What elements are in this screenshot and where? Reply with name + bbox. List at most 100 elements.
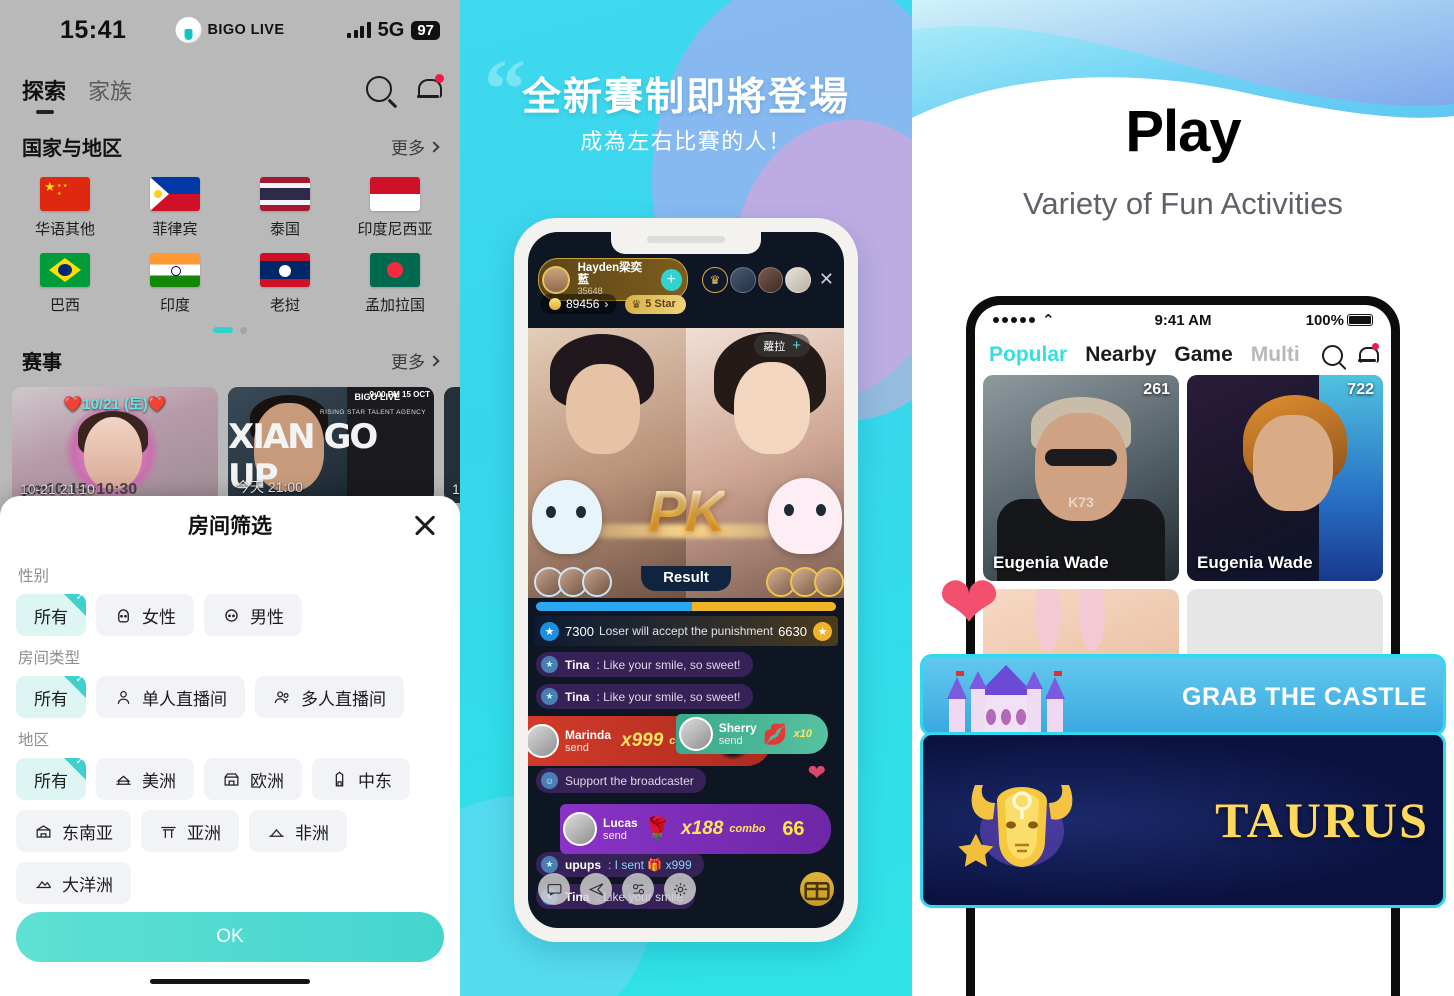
country-item[interactable]: 巴西 bbox=[10, 253, 120, 315]
search-icon[interactable] bbox=[366, 76, 392, 102]
chip-roomtype-all[interactable]: 所有 bbox=[16, 676, 86, 718]
close-icon[interactable] bbox=[412, 512, 438, 538]
right-host-tag[interactable]: 蘿拉 + bbox=[754, 334, 810, 357]
heart-icon: ❤ bbox=[938, 561, 1001, 644]
tab-game[interactable]: Game bbox=[1174, 343, 1232, 367]
crown-icon[interactable]: ♛ bbox=[702, 266, 728, 293]
chip-label: 所有 bbox=[34, 771, 68, 791]
carousel-dots[interactable] bbox=[0, 327, 460, 334]
score-left: 7300 bbox=[565, 623, 594, 639]
chip-region-americas[interactable]: 美洲 bbox=[96, 758, 194, 800]
country-item[interactable]: 泰国 bbox=[230, 177, 340, 239]
tab-popular[interactable]: Popular bbox=[989, 343, 1067, 367]
live-toolbar bbox=[538, 872, 834, 906]
bell-icon[interactable] bbox=[1357, 342, 1379, 366]
stream-card[interactable]: 261 Eugenia Wade K73 bbox=[983, 375, 1179, 581]
chat-message: ★ Tina: Like your smile, so sweet! bbox=[536, 652, 753, 677]
ok-button[interactable]: OK bbox=[16, 912, 444, 962]
more-events-button[interactable]: 更多 bbox=[391, 348, 440, 373]
settings-icon[interactable] bbox=[664, 873, 696, 905]
flag-cn-icon bbox=[40, 177, 90, 211]
chip-region-southeast-asia[interactable]: 东南亚 bbox=[16, 810, 131, 852]
avatar bbox=[678, 717, 713, 751]
follow-button[interactable]: + bbox=[660, 268, 683, 291]
viewer-avatar[interactable] bbox=[785, 266, 811, 293]
gift-card-lucas: Lucas send 🌹 x188 combo 66 bbox=[560, 804, 832, 854]
gift-icon[interactable] bbox=[800, 872, 834, 906]
lips-icon: 💋 bbox=[762, 723, 788, 746]
phone-notch bbox=[611, 232, 761, 254]
chip-region-africa[interactable]: 非洲 bbox=[249, 810, 347, 852]
search-icon[interactable] bbox=[1322, 344, 1343, 366]
beans-value: 89456 bbox=[566, 297, 600, 311]
pk-right-stream[interactable]: 蘿拉 + bbox=[686, 328, 844, 598]
close-icon[interactable]: ✕ bbox=[819, 269, 834, 290]
event-headline: ❤️10/21 (토)❤️ bbox=[63, 396, 167, 413]
country-label: 孟加拉国 bbox=[364, 297, 425, 314]
friends-icon[interactable] bbox=[622, 873, 654, 905]
viewer-avatar[interactable] bbox=[757, 266, 784, 293]
banner-taurus[interactable]: TAURUS bbox=[920, 732, 1446, 908]
event-agency: RISING STAR TALENT AGENCY bbox=[320, 409, 426, 416]
country-item[interactable]: 印度 bbox=[120, 253, 230, 315]
chip-gender-all[interactable]: 所有 bbox=[16, 594, 86, 636]
tab-explore[interactable]: 探索 bbox=[22, 74, 66, 114]
chip-region-middle-east[interactable]: 中东 bbox=[312, 758, 410, 800]
stream-card[interactable]: 722 Eugenia Wade bbox=[1187, 375, 1383, 581]
banner-grab-the-castle[interactable]: GRAB THE CASTLE bbox=[920, 654, 1446, 736]
pk-progress-bar bbox=[536, 602, 836, 611]
chat-user: upups bbox=[565, 857, 601, 872]
country-label: 泰国 bbox=[269, 221, 300, 238]
country-item[interactable]: 老挝 bbox=[230, 253, 340, 315]
pk-left-stream[interactable] bbox=[528, 328, 686, 598]
country-item[interactable]: 华语其他 bbox=[10, 177, 120, 239]
pk-live-screen: Hayden梁奕藍 35648 + ♛ ✕ 89456 › ♛ 5 Star 蘿… bbox=[528, 232, 844, 928]
country-grid: 华语其他 菲律宾 泰国 印度尼西亚 巴西 印度 老挝 孟加拉国 bbox=[0, 165, 460, 317]
beans-counter[interactable]: 89456 › bbox=[540, 294, 618, 314]
pk-logo: PK bbox=[647, 479, 727, 544]
gift-sender: Lucas bbox=[603, 815, 638, 830]
roomtype-chip-group: 所有 单人直播间 多人直播间 bbox=[16, 676, 444, 718]
female-icon bbox=[118, 608, 129, 623]
signal-dots-icon bbox=[993, 317, 1035, 323]
chip-region-asia[interactable]: 亚洲 bbox=[141, 810, 239, 852]
chip-region-europe[interactable]: 欧洲 bbox=[204, 758, 302, 800]
play-tabs: Popular Nearby Game Multi bbox=[975, 335, 1391, 375]
chat-icon[interactable] bbox=[538, 873, 570, 905]
chip-gender-male[interactable]: 男性 bbox=[204, 594, 302, 636]
section-title: 赛事 bbox=[22, 352, 62, 374]
chip-roomtype-multi[interactable]: 多人直播间 bbox=[255, 676, 404, 718]
status-badge[interactable]: ♛ 5 Star bbox=[625, 294, 686, 314]
tab-family[interactable]: 家族 bbox=[88, 74, 132, 114]
result-label: Result bbox=[641, 566, 731, 591]
chat-text: : Like your smile, so sweet! bbox=[596, 657, 741, 672]
group-label-roomtype: 房间类型 bbox=[18, 650, 81, 667]
gift-multiplier: x188 bbox=[681, 818, 724, 839]
home-indicator bbox=[150, 979, 310, 984]
follow-icon[interactable]: + bbox=[792, 337, 801, 354]
country-item[interactable]: 菲律宾 bbox=[120, 177, 230, 239]
tab-multi[interactable]: Multi bbox=[1251, 343, 1300, 367]
status-time: 15:41 bbox=[60, 15, 127, 44]
badge-icon: ★ bbox=[541, 856, 558, 873]
combo-count: 66 bbox=[782, 817, 805, 840]
event-when: 9:00 PM 15 OCT bbox=[369, 390, 430, 399]
chip-roomtype-single[interactable]: 单人直播间 bbox=[96, 676, 245, 718]
promo-pk-panel: “ 全新賽制即將登場 成為左右比賽的人！ Hayden梁奕藍 35648 + ♛… bbox=[460, 0, 912, 996]
bell-icon[interactable] bbox=[416, 73, 444, 102]
chip-region-oceania[interactable]: 大洋洲 bbox=[16, 862, 131, 904]
room-filter-sheet: 房间筛选 性别 所有 女性 男性 房间类型 所有 单人直播间 多人直 bbox=[0, 496, 460, 996]
country-item[interactable]: 孟加拉国 bbox=[340, 253, 450, 315]
right-host-name: 蘿拉 bbox=[763, 340, 786, 353]
chat-area[interactable]: ★ Tina: Like your smile, so sweet! ★ Tina:… bbox=[528, 652, 836, 909]
chip-region-all[interactable]: 所有 bbox=[16, 758, 86, 800]
viewer-avatar[interactable] bbox=[729, 266, 756, 293]
more-countries-button[interactable]: 更多 bbox=[391, 134, 440, 159]
share-icon[interactable] bbox=[580, 873, 612, 905]
chip-gender-female[interactable]: 女性 bbox=[96, 594, 194, 636]
signal-icon bbox=[347, 22, 371, 38]
event-thumbnail: BIGO LIVE 9:00 PM 15 OCT RISING STAR TAL… bbox=[228, 387, 434, 503]
supporter-avatar bbox=[582, 567, 612, 597]
country-item[interactable]: 印度尼西亚 bbox=[340, 177, 450, 239]
tab-nearby[interactable]: Nearby bbox=[1085, 343, 1156, 367]
